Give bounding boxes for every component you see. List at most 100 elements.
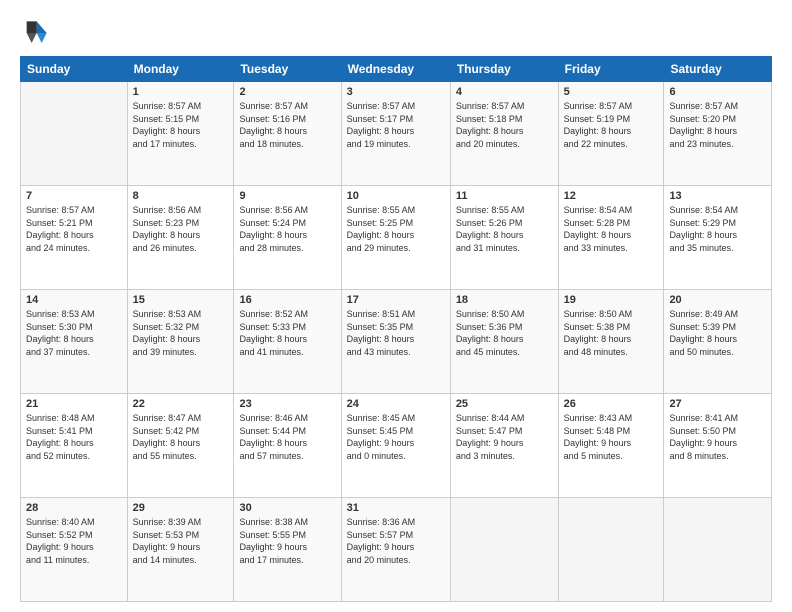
day-number: 7 <box>26 190 122 202</box>
day-number: 26 <box>564 398 659 410</box>
day-cell: 25 Sunrise: 8:44 AM Sunset: 5:47 PM Dayli… <box>450 394 558 498</box>
day-number: 24 <box>347 398 445 410</box>
day-number: 17 <box>347 294 445 306</box>
day-cell: 7 Sunrise: 8:57 AM Sunset: 5:21 PM Daylig… <box>21 186 128 290</box>
day-cell: 29Sunrise: 8:39 AM Sunset: 5:53 PM Dayli… <box>127 498 234 602</box>
day-cell: 16 Sunrise: 8:52 AM Sunset: 5:33 PM Dayli… <box>234 290 341 394</box>
day-info: Sunrise: 8:56 AM Sunset: 5:24 PM Dayligh… <box>239 204 335 254</box>
day-info: Sunrise: 8:55 AM Sunset: 5:25 PM Dayligh… <box>347 204 445 254</box>
day-info: Sunrise: 8:39 AM Sunset: 5:53 PM Dayligh… <box>133 516 229 566</box>
day-info: Sunrise: 8:56 AM Sunset: 5:23 PM Dayligh… <box>133 204 229 254</box>
day-number: 21 <box>26 398 122 410</box>
day-info: Sunrise: 8:50 AM Sunset: 5:36 PM Dayligh… <box>456 308 553 358</box>
day-cell: 8 Sunrise: 8:56 AM Sunset: 5:23 PM Daylig… <box>127 186 234 290</box>
day-cell: 9 Sunrise: 8:56 AM Sunset: 5:24 PM Daylig… <box>234 186 341 290</box>
day-number: 12 <box>564 190 659 202</box>
day-info: Sunrise: 8:57 AM Sunset: 5:18 PM Dayligh… <box>456 100 553 150</box>
day-number: 30 <box>239 502 335 514</box>
day-number: 8 <box>133 190 229 202</box>
day-number: 10 <box>347 190 445 202</box>
day-info: Sunrise: 8:57 AM Sunset: 5:15 PM Dayligh… <box>133 100 229 150</box>
day-info: Sunrise: 8:55 AM Sunset: 5:26 PM Dayligh… <box>456 204 553 254</box>
day-number: 19 <box>564 294 659 306</box>
day-number: 2 <box>239 86 335 98</box>
day-info: Sunrise: 8:52 AM Sunset: 5:33 PM Dayligh… <box>239 308 335 358</box>
day-number: 22 <box>133 398 229 410</box>
day-cell: 4 Sunrise: 8:57 AM Sunset: 5:18 PM Daylig… <box>450 82 558 186</box>
day-info: Sunrise: 8:57 AM Sunset: 5:17 PM Dayligh… <box>347 100 445 150</box>
day-number: 9 <box>239 190 335 202</box>
header-cell-tuesday: Tuesday <box>234 57 341 82</box>
day-info: Sunrise: 8:46 AM Sunset: 5:44 PM Dayligh… <box>239 412 335 462</box>
day-info: Sunrise: 8:47 AM Sunset: 5:42 PM Dayligh… <box>133 412 229 462</box>
day-info: Sunrise: 8:57 AM Sunset: 5:20 PM Dayligh… <box>669 100 766 150</box>
day-info: Sunrise: 8:53 AM Sunset: 5:32 PM Dayligh… <box>133 308 229 358</box>
day-info: Sunrise: 8:44 AM Sunset: 5:47 PM Dayligh… <box>456 412 553 462</box>
day-info: Sunrise: 8:57 AM Sunset: 5:21 PM Dayligh… <box>26 204 122 254</box>
day-number: 14 <box>26 294 122 306</box>
calendar-body: 1 Sunrise: 8:57 AM Sunset: 5:15 PM Daylig… <box>21 82 772 602</box>
day-cell: 11 Sunrise: 8:55 AM Sunset: 5:26 PM Dayli… <box>450 186 558 290</box>
day-number: 1 <box>133 86 229 98</box>
week-row-2: 14 Sunrise: 8:53 AM Sunset: 5:30 PM Dayli… <box>21 290 772 394</box>
day-cell <box>21 82 128 186</box>
day-number: 16 <box>239 294 335 306</box>
day-info: Sunrise: 8:54 AM Sunset: 5:29 PM Dayligh… <box>669 204 766 254</box>
day-number: 28 <box>26 502 122 514</box>
day-info: Sunrise: 8:41 AM Sunset: 5:50 PM Dayligh… <box>669 412 766 462</box>
day-number: 5 <box>564 86 659 98</box>
day-number: 20 <box>669 294 766 306</box>
day-info: Sunrise: 8:49 AM Sunset: 5:39 PM Dayligh… <box>669 308 766 358</box>
day-cell: 3Sunrise: 8:57 AM Sunset: 5:17 PM Daylig… <box>341 82 450 186</box>
day-info: Sunrise: 8:53 AM Sunset: 5:30 PM Dayligh… <box>26 308 122 358</box>
day-cell: 19 Sunrise: 8:50 AM Sunset: 5:38 PM Dayli… <box>558 290 664 394</box>
day-number: 27 <box>669 398 766 410</box>
day-cell: 15Sunrise: 8:53 AM Sunset: 5:32 PM Dayli… <box>127 290 234 394</box>
day-number: 11 <box>456 190 553 202</box>
day-cell: 17 Sunrise: 8:51 AM Sunset: 5:35 PM Dayli… <box>341 290 450 394</box>
day-info: Sunrise: 8:40 AM Sunset: 5:52 PM Dayligh… <box>26 516 122 566</box>
day-cell: 30 Sunrise: 8:38 AM Sunset: 5:55 PM Dayli… <box>234 498 341 602</box>
day-info: Sunrise: 8:57 AM Sunset: 5:16 PM Dayligh… <box>239 100 335 150</box>
day-cell: 1 Sunrise: 8:57 AM Sunset: 5:15 PM Daylig… <box>127 82 234 186</box>
week-row-3: 21 Sunrise: 8:48 AM Sunset: 5:41 PM Dayli… <box>21 394 772 498</box>
day-cell: 2 Sunrise: 8:57 AM Sunset: 5:16 PM Daylig… <box>234 82 341 186</box>
day-cell: 5 Sunrise: 8:57 AM Sunset: 5:19 PM Daylig… <box>558 82 664 186</box>
day-cell: 18 Sunrise: 8:50 AM Sunset: 5:36 PM Dayli… <box>450 290 558 394</box>
day-info: Sunrise: 8:36 AM Sunset: 5:57 PM Dayligh… <box>347 516 445 566</box>
day-cell: 14 Sunrise: 8:53 AM Sunset: 5:30 PM Dayli… <box>21 290 128 394</box>
header-cell-thursday: Thursday <box>450 57 558 82</box>
day-info: Sunrise: 8:48 AM Sunset: 5:41 PM Dayligh… <box>26 412 122 462</box>
logo <box>20 18 54 48</box>
day-number: 13 <box>669 190 766 202</box>
day-number: 6 <box>669 86 766 98</box>
header <box>20 18 772 48</box>
logo-icon <box>20 18 50 48</box>
calendar-header: SundayMondayTuesdayWednesdayThursdayFrid… <box>21 57 772 82</box>
day-info: Sunrise: 8:57 AM Sunset: 5:19 PM Dayligh… <box>564 100 659 150</box>
day-cell: 12Sunrise: 8:54 AM Sunset: 5:28 PM Dayli… <box>558 186 664 290</box>
day-cell: 27 Sunrise: 8:41 AM Sunset: 5:50 PM Dayli… <box>664 394 772 498</box>
day-cell: 24Sunrise: 8:45 AM Sunset: 5:45 PM Dayli… <box>341 394 450 498</box>
header-cell-saturday: Saturday <box>664 57 772 82</box>
day-cell: 22 Sunrise: 8:47 AM Sunset: 5:42 PM Dayli… <box>127 394 234 498</box>
day-cell: 23Sunrise: 8:46 AM Sunset: 5:44 PM Dayli… <box>234 394 341 498</box>
day-cell <box>558 498 664 602</box>
day-number: 31 <box>347 502 445 514</box>
day-cell <box>664 498 772 602</box>
day-cell: 21 Sunrise: 8:48 AM Sunset: 5:41 PM Dayli… <box>21 394 128 498</box>
day-number: 25 <box>456 398 553 410</box>
day-number: 18 <box>456 294 553 306</box>
header-cell-wednesday: Wednesday <box>341 57 450 82</box>
week-row-1: 7 Sunrise: 8:57 AM Sunset: 5:21 PM Daylig… <box>21 186 772 290</box>
day-cell <box>450 498 558 602</box>
page: SundayMondayTuesdayWednesdayThursdayFrid… <box>0 0 792 612</box>
week-row-4: 28 Sunrise: 8:40 AM Sunset: 5:52 PM Dayli… <box>21 498 772 602</box>
day-number: 4 <box>456 86 553 98</box>
header-cell-sunday: Sunday <box>21 57 128 82</box>
day-info: Sunrise: 8:38 AM Sunset: 5:55 PM Dayligh… <box>239 516 335 566</box>
day-info: Sunrise: 8:50 AM Sunset: 5:38 PM Dayligh… <box>564 308 659 358</box>
day-cell: 28 Sunrise: 8:40 AM Sunset: 5:52 PM Dayli… <box>21 498 128 602</box>
day-cell: 20 Sunrise: 8:49 AM Sunset: 5:39 PM Dayli… <box>664 290 772 394</box>
day-info: Sunrise: 8:51 AM Sunset: 5:35 PM Dayligh… <box>347 308 445 358</box>
